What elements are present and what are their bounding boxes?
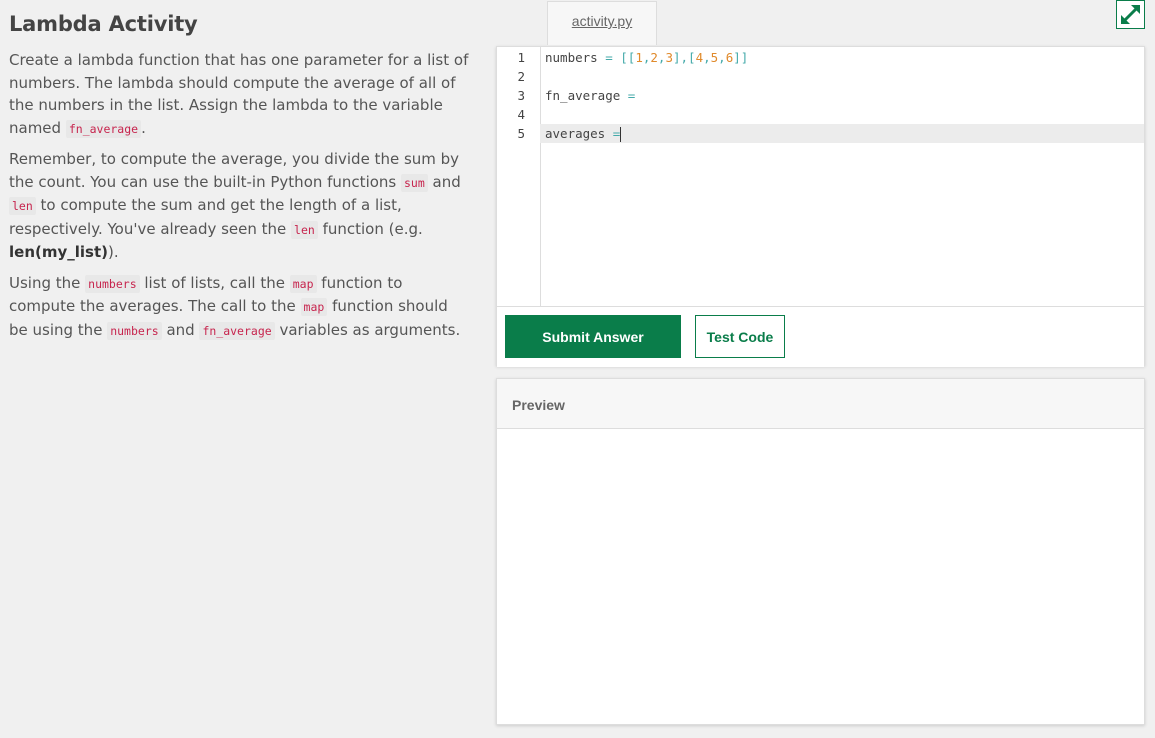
code-line-2[interactable] xyxy=(540,67,1144,86)
inline-code: fn_average xyxy=(65,119,142,138)
code-token: ]] xyxy=(733,50,749,65)
code-text: averages = xyxy=(545,124,622,143)
code-token: , xyxy=(703,50,711,65)
instruction-paragraph-1: Create a lambda function that has one pa… xyxy=(9,49,469,140)
code-token: 2 xyxy=(650,50,658,65)
text: ). xyxy=(108,243,119,261)
code-line-1[interactable]: numbers = [[1,2,3],[4,5,6]] xyxy=(540,48,1144,67)
code-token: 4 xyxy=(695,50,704,65)
text: Remember, to compute the average, you di… xyxy=(9,150,460,191)
text: . xyxy=(141,118,146,137)
line-number: 5 xyxy=(517,126,525,141)
test-code-button[interactable]: Test Code xyxy=(695,315,785,358)
instruction-paragraph-2: Remember, to compute the average, you di… xyxy=(9,148,469,264)
submit-answer-button[interactable]: Submit Answer xyxy=(505,315,681,358)
inline-code: fn_average xyxy=(199,321,275,340)
file-tab-label[interactable]: activity.py xyxy=(572,13,632,29)
code-token: = xyxy=(605,126,621,141)
instruction-paragraph-3: Using the numbers list of lists, call th… xyxy=(9,272,469,343)
inline-code: len xyxy=(291,220,318,239)
code-token: , xyxy=(718,50,726,65)
preview-panel: Preview xyxy=(496,378,1145,725)
page-title: Lambda Activity xyxy=(9,12,198,36)
line-number: 4 xyxy=(517,107,525,122)
inline-code: numbers xyxy=(107,321,162,340)
preview-header: Preview xyxy=(497,379,1144,429)
code-token: [[ xyxy=(620,50,636,65)
code-editor: 1 2 3 4 5 numbers = [[1,2,3],[4,5,6]] fn… xyxy=(496,46,1145,367)
inline-code: sum xyxy=(401,173,428,192)
code-text: numbers = [[1,2,3],[4,5,6]] xyxy=(545,48,748,67)
line-number: 2 xyxy=(517,69,525,84)
expand-arrows-icon xyxy=(1121,5,1140,24)
code-token: 1 xyxy=(635,50,643,65)
code-token: ],[ xyxy=(672,50,696,65)
instructions-panel: Lambda Activity Create a lambda function… xyxy=(9,12,469,350)
code-token: = xyxy=(620,88,643,103)
code-token: numbers xyxy=(545,50,598,65)
text: and xyxy=(427,172,461,191)
inline-code: len xyxy=(9,197,36,215)
inline-code: map xyxy=(300,298,328,316)
code-input-area[interactable]: numbers = [[1,2,3],[4,5,6]] fn_average =… xyxy=(540,47,1144,306)
code-text: fn_average = xyxy=(545,86,643,105)
file-tab[interactable]: activity.py xyxy=(547,1,657,45)
text: function (e.g. xyxy=(317,219,423,238)
line-number: 3 xyxy=(517,88,525,103)
code-line-5[interactable]: averages = xyxy=(540,124,1144,143)
line-number: 1 xyxy=(517,50,525,65)
editor-actions: Submit Answer Test Code xyxy=(497,306,1144,367)
code-token: 3 xyxy=(665,50,673,65)
text: Using the xyxy=(9,273,86,292)
text-cursor xyxy=(620,127,622,142)
text: list of lists, call the xyxy=(139,273,290,292)
code-token: = xyxy=(597,50,621,65)
code-line-4[interactable] xyxy=(540,105,1144,124)
text: variables as arguments. xyxy=(274,320,461,339)
code-line-3[interactable]: fn_average = xyxy=(540,86,1144,105)
inline-code: numbers xyxy=(85,274,140,293)
expand-icon[interactable] xyxy=(1116,0,1145,29)
code-token: averages xyxy=(545,126,606,141)
bold-code: len(my_list) xyxy=(9,243,108,261)
text: and xyxy=(161,320,200,339)
line-number-gutter: 1 2 3 4 5 xyxy=(497,47,541,306)
code-token: fn_average xyxy=(545,88,621,103)
inline-code: map xyxy=(289,274,317,293)
